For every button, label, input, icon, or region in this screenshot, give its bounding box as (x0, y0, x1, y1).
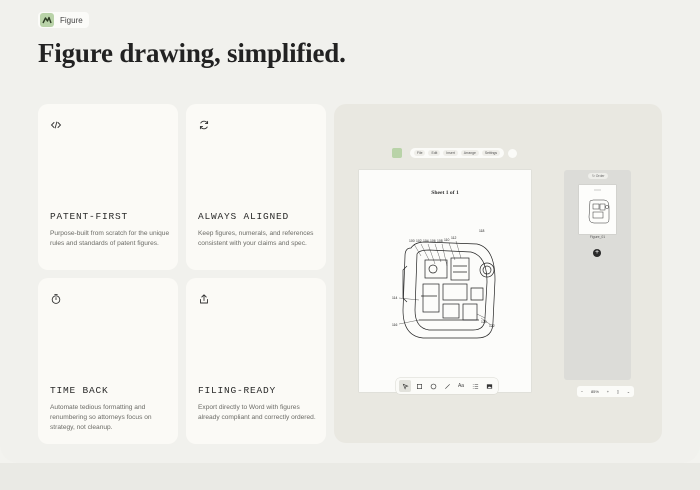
zoom-level: 85% (590, 389, 599, 394)
feature-title: FILING-READY (198, 385, 277, 396)
image-tool-icon[interactable] (483, 380, 495, 392)
brand-name: Figure (60, 15, 83, 25)
panel-header[interactable]: ↻ Order (588, 173, 609, 179)
drawing-toolbar: Aa (396, 378, 498, 394)
zoom-control: − 85% + ▯ ⌄ (577, 386, 634, 397)
menu-item-insert[interactable]: Insert (443, 150, 458, 156)
feature-description: Purpose-built from scratch for the uniqu… (50, 230, 170, 247)
zoom-out-button[interactable]: − (581, 389, 583, 394)
feature-title: TIME BACK (50, 385, 109, 396)
ref-numeral: 112 (451, 236, 457, 240)
page-title: Figure drawing, simplified. (38, 38, 346, 68)
feature-description: Keep figures, numerals, and references c… (198, 230, 314, 247)
figure-logo-icon (392, 148, 402, 158)
circle-tool-icon[interactable] (427, 380, 439, 392)
refresh-icon: ↻ (592, 174, 595, 178)
ref-numeral: 118 (479, 229, 485, 233)
drawing-sheet[interactable]: Sheet 1 of 1 100 102 104 106 108 110 112… (359, 170, 531, 392)
preview-topbar: File Edit Insert Arrange Settings (392, 147, 518, 159)
figure-logo-icon (40, 13, 54, 27)
code-icon (50, 118, 62, 130)
ref-numeral: 100 (409, 239, 415, 243)
preview-menu: File Edit Insert Arrange Settings (410, 148, 505, 158)
footer-strip (0, 463, 700, 490)
ref-numeral: 116 (392, 323, 398, 327)
ref-numeral: 106 (430, 239, 436, 243)
numbered-list-tool-icon[interactable] (469, 380, 481, 392)
feature-card-filing-ready: FILING-READY Export directly to Word wit… (186, 278, 326, 444)
menu-item-arrange[interactable]: Arrange (460, 150, 479, 156)
patent-drawing: 100 102 104 106 108 110 112 114 116 118 … (392, 229, 496, 339)
rectangle-tool-icon[interactable] (413, 380, 425, 392)
menu-item-file[interactable]: File (414, 150, 426, 156)
ref-numeral: 110 (444, 238, 450, 242)
ref-numeral: 102 (416, 239, 422, 243)
thumbnail-label: Figure_01 (589, 235, 606, 239)
ref-numeral: 114 (392, 296, 398, 300)
zoom-in-button[interactable]: + (607, 389, 609, 394)
ref-numeral: 122 (489, 324, 495, 328)
feature-card-always-aligned: ALWAYS ALIGNED Keep figures, numerals, a… (186, 104, 326, 270)
feature-card-patent-first: PATENT-FIRST Purpose-built from scratch … (38, 104, 178, 270)
share-icon (198, 292, 210, 304)
ref-numeral: 120 (481, 320, 487, 324)
feature-description: Export directly to Word with figures alr… (198, 404, 316, 421)
ref-numeral: 108 (437, 239, 443, 243)
page-icon[interactable]: ▯ (617, 389, 619, 394)
chevron-down-icon[interactable]: ⌄ (627, 389, 630, 394)
brand-badge[interactable]: Figure (38, 12, 89, 28)
ref-numeral: 104 (423, 239, 429, 243)
menu-item-edit[interactable]: Edit (428, 150, 441, 156)
add-figure-button[interactable]: + (593, 249, 601, 257)
text-tool[interactable]: Aa (455, 380, 467, 392)
line-tool-icon[interactable] (441, 380, 453, 392)
feature-title: PATENT-FIRST (50, 211, 129, 222)
menu-item-settings[interactable]: Settings (481, 150, 501, 156)
refresh-icon (198, 118, 210, 130)
figure-thumbnail[interactable] (579, 185, 616, 234)
feature-description: Automate tedious formatting and renumber… (50, 404, 152, 431)
feature-card-time-back: TIME BACK Automate tedious formatting an… (38, 278, 178, 444)
profile-button[interactable] (508, 148, 518, 158)
timer-icon (50, 292, 62, 304)
feature-title: ALWAYS ALIGNED (198, 211, 290, 222)
select-tool-icon[interactable] (399, 380, 411, 392)
